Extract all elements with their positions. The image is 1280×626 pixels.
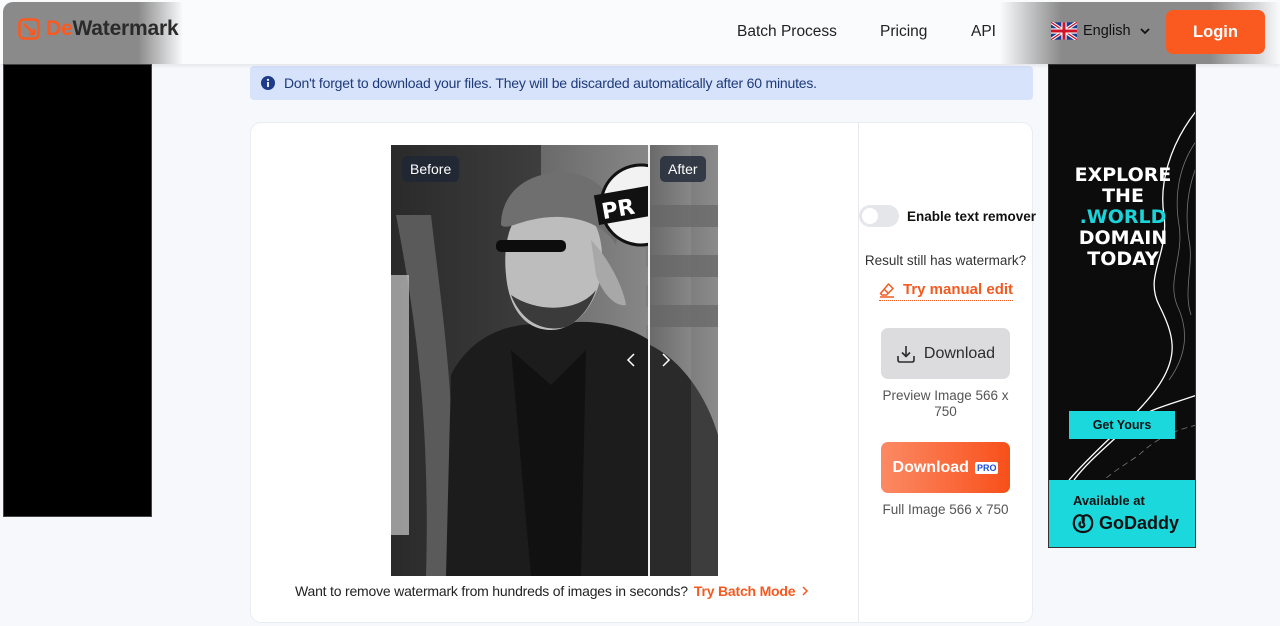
text-remover-toggle-row: Enable text remover	[859, 205, 1036, 227]
try-manual-edit-label: Try manual edit	[903, 281, 1014, 298]
brand-logo[interactable]: DeWatermark	[18, 17, 179, 41]
nav-batch-process[interactable]: Batch Process	[737, 23, 837, 41]
still-has-watermark-text: Result still has watermark?	[864, 253, 1027, 268]
ad-footer: Available at GoDaddy	[1049, 480, 1195, 547]
chevron-down-icon	[1139, 28, 1150, 35]
notice-text: Don't forget to download your files. The…	[284, 75, 817, 91]
ad-headline-line: DOMAIN	[1078, 227, 1168, 249]
ad-get-yours-button[interactable]: Get Yours	[1069, 411, 1175, 439]
text-remover-label: Enable text remover	[907, 208, 1037, 224]
ad-headline-line: EXPLORE	[1074, 164, 1172, 186]
login-button[interactable]: Login	[1166, 10, 1265, 54]
ad-headline: EXPLORE THE .WORLD DOMAIN TODAY	[1049, 164, 1195, 270]
try-batch-mode-label: Try Batch Mode	[693, 583, 796, 599]
toggle-knob	[862, 208, 878, 224]
download-panel: Enable text remover Result still has wat…	[859, 123, 1036, 622]
result-card: PR Before After Want to remove watermark…	[251, 123, 1036, 622]
batch-mode-promo: Want to remove watermark from hundreds o…	[295, 583, 809, 599]
download-full-pro-button[interactable]: Download PRO	[881, 442, 1010, 493]
full-image-size: Full Image 566 x 750	[882, 502, 1009, 517]
godaddy-ad[interactable]: EXPLORE THE .WORLD DOMAIN TODAY Get Your…	[1048, 64, 1196, 548]
download-full-label: Download	[892, 458, 969, 476]
try-manual-edit-link[interactable]: Try manual edit	[879, 281, 1014, 301]
ad-headline-domain: .WORLD	[1079, 206, 1167, 228]
brand-name-suffix: Watermark	[72, 17, 179, 40]
chevron-left-icon[interactable]	[626, 352, 636, 368]
uk-flag-icon	[1051, 22, 1077, 40]
eraser-icon	[879, 282, 894, 298]
left-ad-slot[interactable]	[3, 64, 152, 517]
download-icon	[897, 345, 915, 363]
text-remover-toggle[interactable]	[859, 205, 899, 227]
download-preview-button[interactable]: Download	[881, 328, 1010, 379]
comparison-split-handle[interactable]	[648, 145, 650, 576]
batch-mode-prompt: Want to remove watermark from hundreds o…	[295, 583, 688, 599]
download-reminder-notice: Don't forget to download your files. The…	[250, 66, 1033, 100]
top-header: DeWatermark Batch Process Pricing API En…	[0, 0, 1280, 64]
download-preview-label: Download	[923, 344, 996, 362]
before-label: Before	[402, 156, 460, 182]
nav-api[interactable]: API	[971, 23, 996, 41]
preview-image-size: Preview Image 566 x 750	[882, 388, 1009, 419]
before-after-comparison[interactable]: PR Before After	[391, 145, 718, 576]
chevron-right-icon[interactable]	[661, 352, 671, 368]
brand-name-prefix: De	[46, 17, 73, 40]
ad-headline-line: THE	[1102, 185, 1144, 207]
pro-badge: PRO	[974, 461, 999, 474]
ad-headline-line: TODAY	[1087, 248, 1159, 270]
after-label: After	[660, 156, 706, 182]
info-icon	[261, 76, 275, 90]
brand-name: DeWatermark	[46, 17, 179, 41]
try-batch-mode-link[interactable]: Try Batch Mode	[694, 583, 809, 599]
ad-brand-name: GoDaddy	[1099, 512, 1180, 533]
godaddy-logo-icon	[1072, 514, 1094, 534]
ad-brand: GoDaddy	[1071, 512, 1179, 534]
ad-available-at: Available at	[1073, 493, 1145, 508]
dewatermark-logo-icon	[18, 18, 40, 40]
nav-pricing[interactable]: Pricing	[880, 23, 927, 41]
language-label: English	[1083, 23, 1131, 39]
chevron-right-icon	[802, 586, 809, 596]
language-selector[interactable]: English	[1051, 22, 1151, 40]
